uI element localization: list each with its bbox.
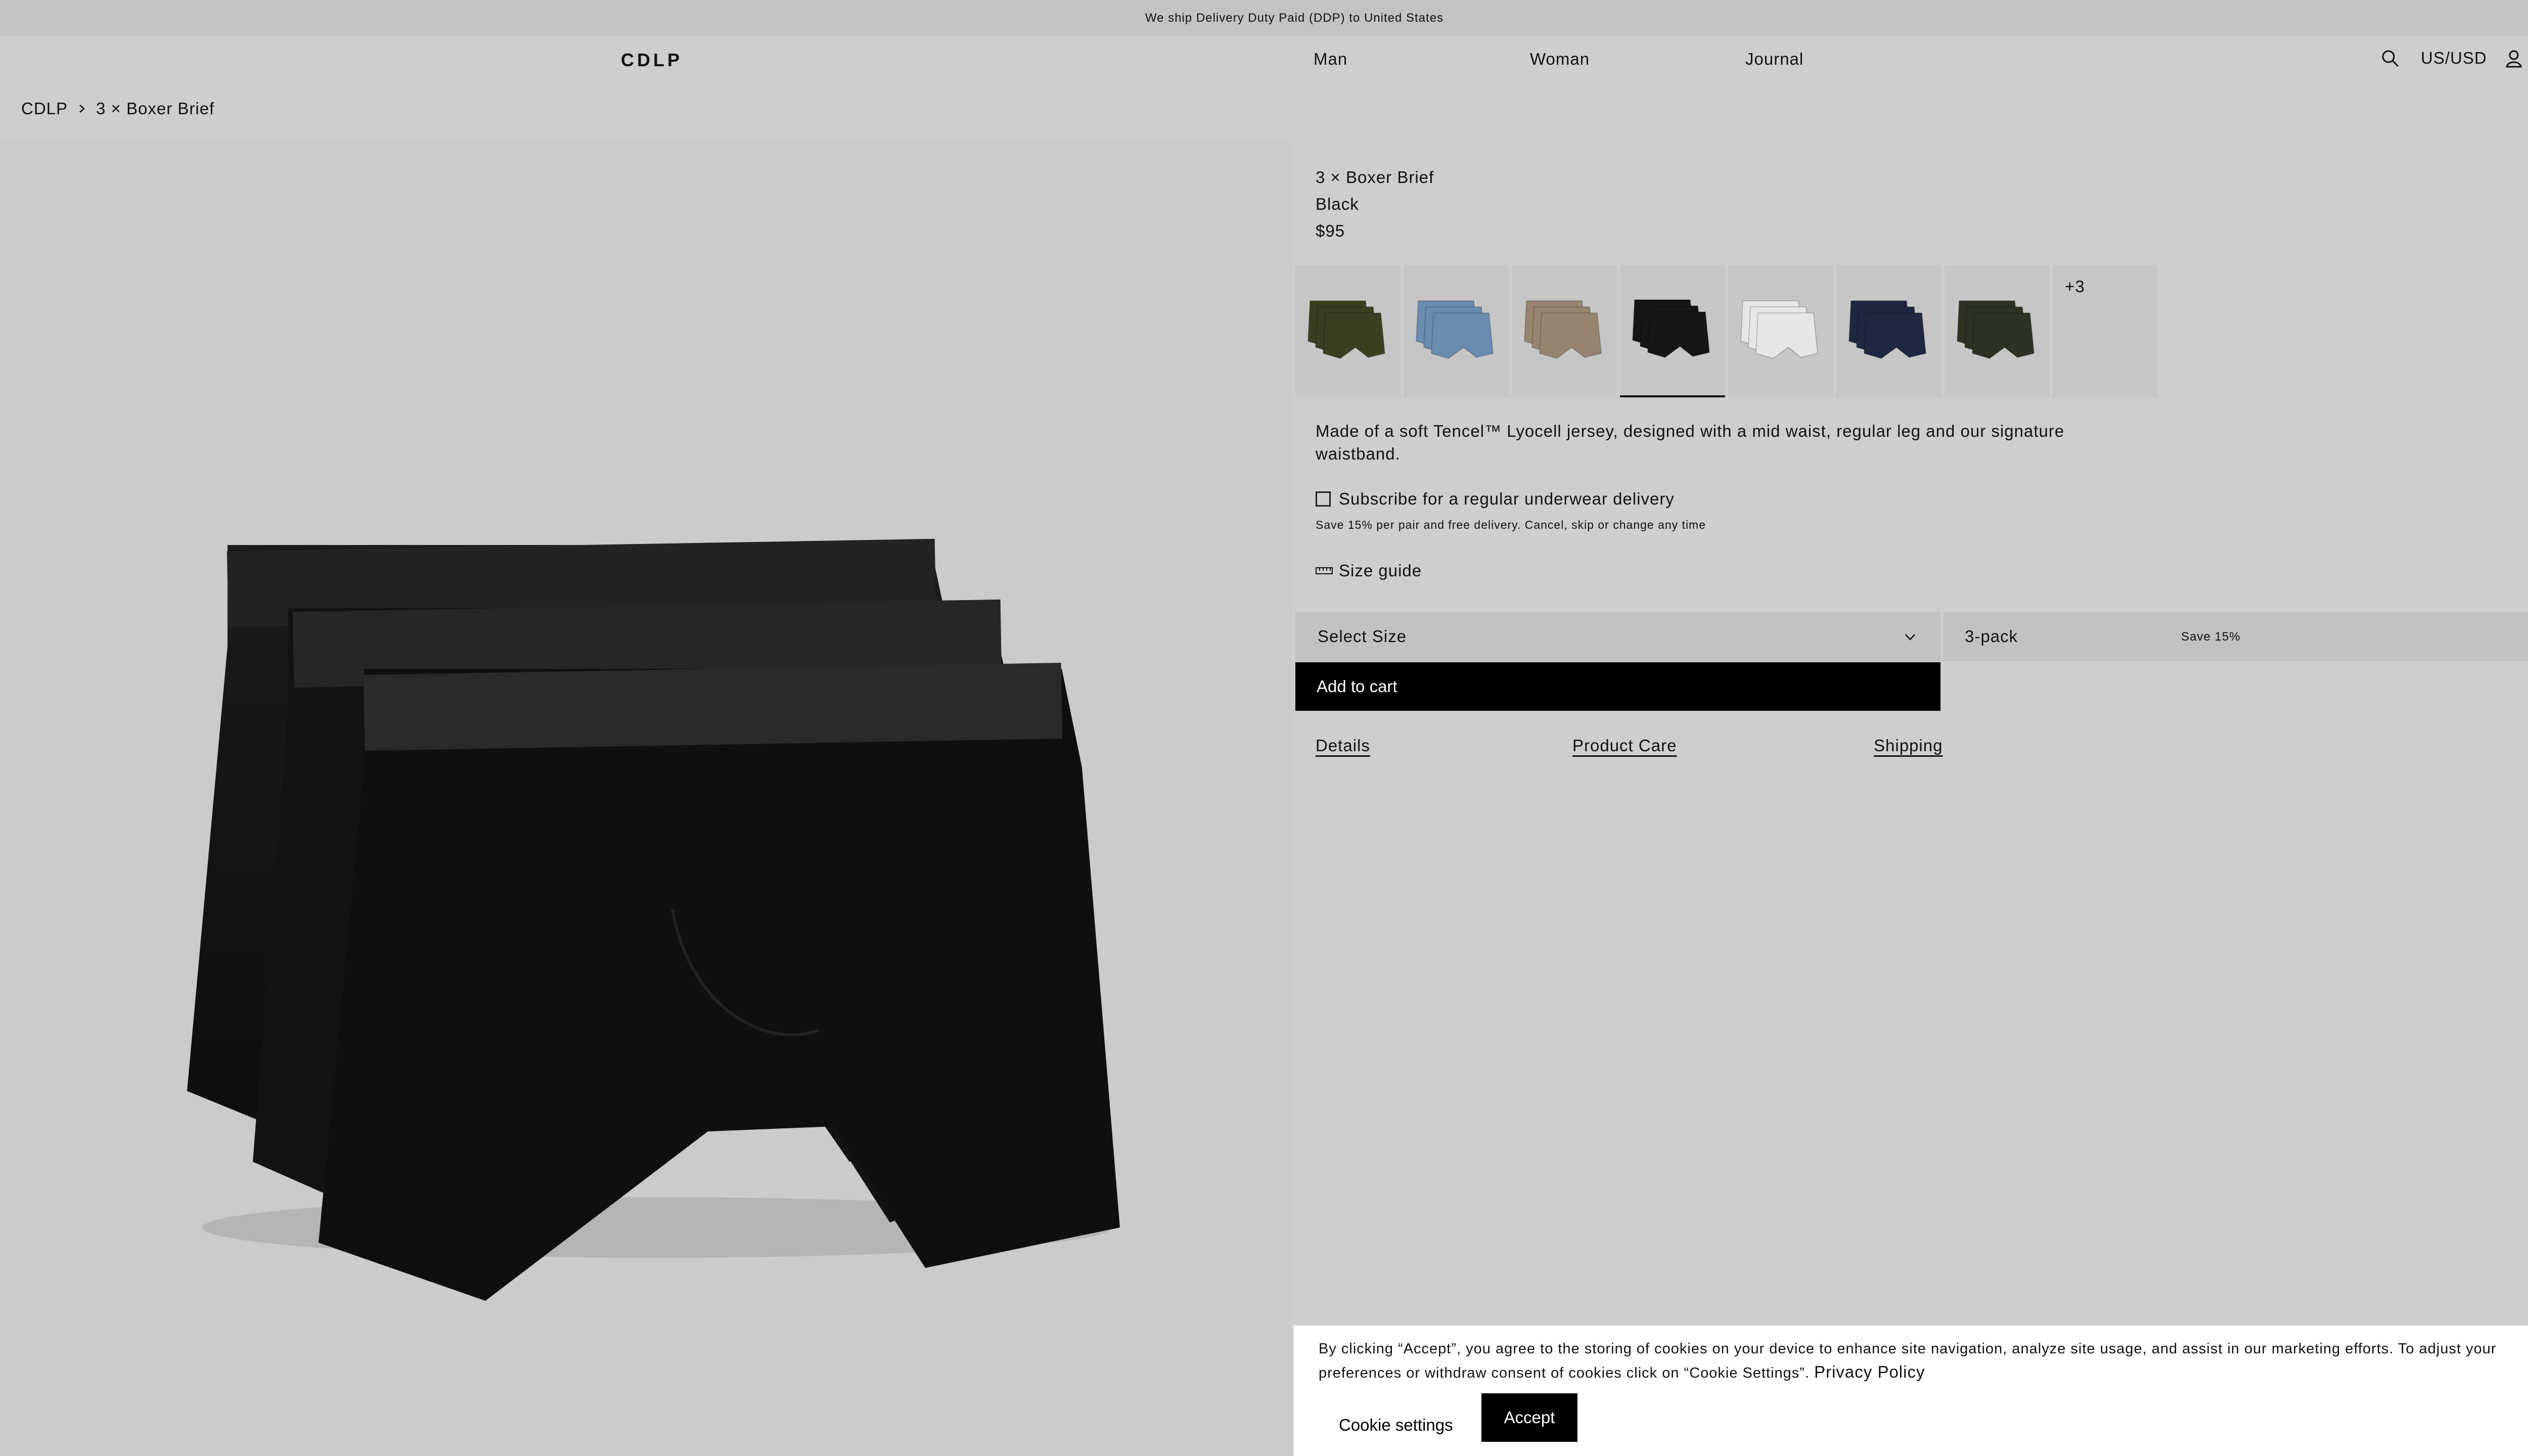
tab-shipping[interactable]: Shipping (1874, 736, 1943, 755)
chevron-down-icon (1905, 634, 1915, 641)
cookie-text-block: By clicking “Accept”, you agree to the s… (1319, 1338, 2528, 1385)
swatch-thumbnail (1416, 300, 1494, 359)
swatch-white[interactable] (1728, 265, 1833, 397)
size-select[interactable]: Select Size (1295, 612, 1940, 661)
product-info: 3 × Boxer Brief Black $95 (1316, 164, 1434, 244)
subscribe-note: Save 15% per pair and free delivery. Can… (1316, 518, 1706, 531)
pack-select[interactable]: 3-pack Save 15% (1944, 612, 2528, 661)
breadcrumb-current: 3 × Boxer Brief (96, 99, 215, 118)
swatch-olive[interactable] (1295, 265, 1401, 397)
subscribe-checkbox[interactable] (1316, 491, 1331, 507)
search-icon[interactable] (2379, 48, 2402, 70)
nav-item-woman[interactable]: Woman (1530, 50, 1590, 69)
swatch-more[interactable]: +3 (2053, 265, 2158, 397)
site-header: CDLP Man Woman Journal US/USD (0, 36, 2528, 83)
add-to-cart-button[interactable]: Add to cart (1295, 662, 1940, 711)
logo[interactable]: CDLP (621, 50, 683, 71)
size-guide-link[interactable]: Size guide (1316, 561, 1422, 580)
nav-item-journal[interactable]: Journal (1745, 50, 1803, 69)
product-price: $95 (1316, 221, 1345, 240)
breadcrumb-home[interactable]: CDLP (21, 99, 68, 118)
chevron-right-icon (79, 105, 85, 113)
currency-selector[interactable]: US/USD (2421, 49, 2487, 68)
tab-product-care[interactable]: Product Care (1572, 736, 1677, 755)
pack-save-label: Save 15% (2181, 630, 2241, 644)
swatch-taupe[interactable] (1512, 265, 1617, 397)
swatch-navy[interactable] (1836, 265, 1942, 397)
cookie-settings-button[interactable]: Cookie settings (1339, 1416, 1453, 1435)
swatch-thumbnail (1307, 300, 1385, 359)
swatch-thumbnail (1957, 300, 2035, 359)
breadcrumb: CDLP 3 × Boxer Brief (21, 99, 214, 118)
nav-item-man[interactable]: Man (1314, 50, 1347, 69)
swatch-thumbnail (1740, 300, 1818, 359)
swatch-mixed[interactable] (1945, 265, 2050, 397)
tab-details[interactable]: Details (1316, 736, 1370, 755)
boxer-brief-illustration (187, 538, 1120, 1301)
announcement-bar: We ship Delivery Duty Paid (DDP) to Unit… (0, 0, 2528, 36)
announcement-text: We ship Delivery Duty Paid (DDP) to Unit… (1145, 11, 1444, 25)
product-description: Made of a soft Tencel™ Lyocell jersey, d… (1316, 422, 2065, 463)
privacy-policy-link[interactable]: Privacy Policy (1814, 1362, 1925, 1381)
size-select-label: Select Size (1318, 627, 1407, 646)
accept-button[interactable]: Accept (1481, 1393, 1577, 1442)
swatch-thumbnail (1632, 299, 1710, 358)
swatch-black[interactable] (1620, 265, 1725, 397)
swatch-thumbnail (1848, 300, 1926, 359)
product-name: 3 × Boxer Brief (1316, 168, 1434, 187)
swatch-thumbnail (1524, 300, 1602, 359)
more-swatches-label: +3 (2065, 277, 2085, 296)
cookie-banner: By clicking “Accept”, you agree to the s… (1293, 1326, 2528, 1456)
pack-select-label: 3-pack (1965, 627, 2018, 646)
product-image (0, 141, 1292, 1456)
subscribe-label: Subscribe for a regular underwear delive… (1339, 489, 1675, 508)
account-icon[interactable] (2503, 48, 2525, 70)
subscribe-option[interactable]: Subscribe for a regular underwear delive… (1316, 489, 1675, 509)
size-guide-label: Size guide (1339, 561, 1422, 580)
ruler-icon (1316, 567, 1333, 574)
swatch-light-blue[interactable] (1404, 265, 1509, 397)
product-color: Black (1316, 195, 1359, 213)
color-swatches: +3 (1295, 265, 2158, 397)
